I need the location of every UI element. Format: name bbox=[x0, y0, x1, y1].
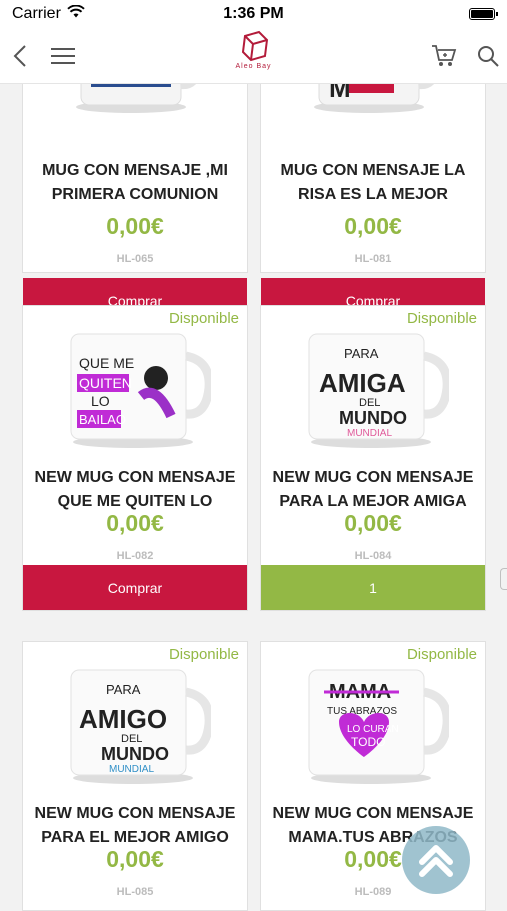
buy-button[interactable]: Comprar bbox=[23, 565, 247, 610]
svg-text:MUNDO: MUNDO bbox=[101, 744, 169, 764]
product-image: PARA AMIGA DEL MUNDO MUNDIAL bbox=[261, 306, 487, 471]
svg-text:AMIGA: AMIGA bbox=[319, 368, 406, 398]
svg-text:TODO: TODO bbox=[351, 735, 385, 749]
logo-cube-icon bbox=[241, 30, 268, 62]
svg-text:TUS ABRAZOS: TUS ABRAZOS bbox=[327, 706, 397, 717]
product-image: MAMA TUS ABRAZOS LO CURAN TODO bbox=[261, 642, 487, 807]
cart-icon[interactable] bbox=[430, 42, 458, 70]
scroll-to-top-button[interactable] bbox=[402, 826, 470, 894]
product-price: 0,00€ bbox=[344, 213, 402, 239]
carrier-group: Carrier bbox=[12, 4, 85, 23]
availability-badge: Disponible bbox=[406, 646, 477, 663]
product-title-line1: MUG CON MENSAJE LA bbox=[280, 162, 466, 179]
availability-badge: Disponible bbox=[168, 646, 239, 663]
product-code: HL-082 bbox=[116, 550, 154, 562]
product-image bbox=[23, 84, 249, 140]
logo-text: Aleo Bay bbox=[235, 63, 272, 70]
chevron-up-icon bbox=[419, 845, 453, 877]
product-price: 0,00€ bbox=[106, 846, 164, 872]
svg-text:LO: LO bbox=[91, 393, 110, 409]
app-header: Aleo Bay bbox=[0, 28, 507, 84]
product-code: HL-065 bbox=[116, 253, 154, 265]
product-title-line2: RISA ES LA MEJOR bbox=[298, 186, 448, 203]
product-code: HL-085 bbox=[116, 886, 154, 898]
product-price: 0,00€ bbox=[106, 510, 164, 536]
product-title-line1: NEW MUG CON MENSAJE bbox=[272, 805, 474, 822]
svg-text:QUITEN: QUITEN bbox=[79, 375, 132, 391]
product-price: 0,00€ bbox=[344, 510, 402, 536]
availability-badge: Disponible bbox=[406, 310, 477, 327]
carrier-label: Carrier bbox=[12, 5, 61, 22]
product-image: M bbox=[261, 84, 487, 140]
quantity-button[interactable]: 1 bbox=[261, 565, 485, 610]
side-drawer-handle[interactable] bbox=[500, 568, 507, 590]
product-card[interactable]: MUG CON MENSAJE ,MI PRIMERA COMUNION 0,0… bbox=[22, 84, 249, 323]
brand-logo[interactable]: Aleo Bay bbox=[235, 30, 271, 70]
menu-icon[interactable] bbox=[48, 42, 78, 70]
product-title-line1: MUG CON MENSAJE ,MI bbox=[42, 162, 228, 179]
product-price: 0,00€ bbox=[106, 213, 164, 239]
svg-text:MUNDIAL: MUNDIAL bbox=[347, 428, 392, 439]
svg-text:PARA: PARA bbox=[106, 682, 141, 697]
svg-text:LO CURAN: LO CURAN bbox=[347, 724, 399, 735]
svg-text:BAILAO: BAILAO bbox=[79, 412, 126, 427]
product-card[interactable]: PARA AMIGO DEL MUNDO MUNDIAL Disponible NEW … bbox=[22, 641, 248, 911]
svg-text:PARA: PARA bbox=[344, 346, 379, 361]
battery-icon bbox=[469, 8, 498, 20]
search-icon[interactable] bbox=[474, 42, 502, 70]
product-card[interactable]: M MUG CON MENSAJE LA RISA ES LA MEJOR 0,… bbox=[260, 84, 487, 323]
product-code: HL-081 bbox=[354, 253, 392, 265]
product-image: QUE ME QUITEN LO BAILAO bbox=[23, 306, 249, 471]
product-title-line1: NEW MUG CON MENSAJE bbox=[34, 805, 236, 822]
product-title-line1: NEW MUG CON MENSAJE bbox=[34, 469, 236, 486]
availability-badge: Disponible bbox=[168, 310, 239, 327]
svg-text:M: M bbox=[329, 84, 351, 103]
wifi-icon bbox=[67, 4, 85, 23]
product-title-line1: NEW MUG CON MENSAJE bbox=[272, 469, 474, 486]
svg-text:MUNDO: MUNDO bbox=[339, 408, 407, 428]
svg-text:AMIGO: AMIGO bbox=[79, 704, 167, 734]
product-image: PARA AMIGO DEL MUNDO MUNDIAL bbox=[23, 642, 249, 807]
svg-text:MUNDIAL: MUNDIAL bbox=[109, 764, 154, 775]
product-code: HL-084 bbox=[354, 550, 392, 562]
svg-text:QUE ME: QUE ME bbox=[79, 355, 134, 371]
back-icon[interactable] bbox=[6, 42, 34, 70]
product-card[interactable]: QUE ME QUITEN LO BAILAO Disponible NEW MUG … bbox=[22, 305, 248, 611]
status-bar: Carrier 1:36 PM bbox=[0, 0, 507, 28]
product-card[interactable]: PARA AMIGA DEL MUNDO MUNDIAL Disponible NEW … bbox=[260, 305, 486, 611]
product-title-line2: PRIMERA COMUNION bbox=[51, 186, 219, 203]
